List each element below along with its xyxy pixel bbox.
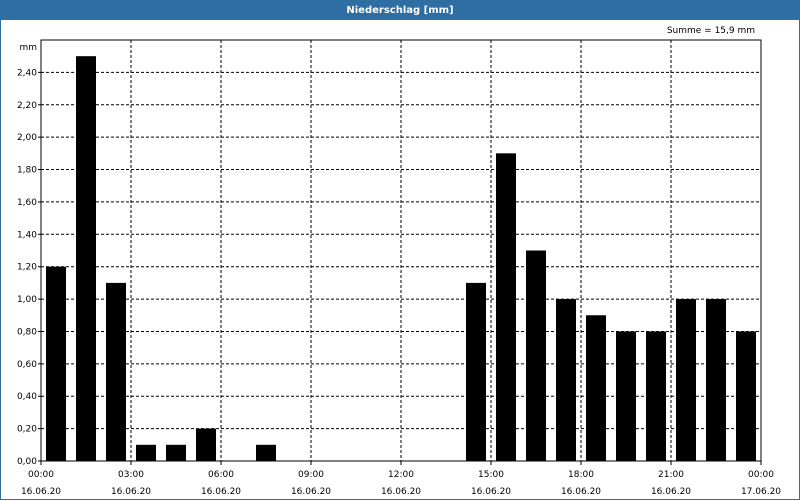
bar — [496, 153, 516, 461]
x-tick-label-date: 16.06.20 — [471, 487, 511, 497]
y-tick-label: 1,80 — [17, 166, 37, 176]
x-tick-label-date: 17.06.20 — [741, 487, 781, 497]
x-tick-label-time: 03:00 — [118, 470, 144, 480]
y-axis-label: mm — [19, 43, 37, 53]
bar — [586, 315, 606, 461]
bar — [256, 444, 276, 461]
bar — [706, 299, 726, 461]
y-tick-label: 1,20 — [17, 263, 37, 273]
y-tick-label: 2,00 — [17, 133, 37, 143]
bar — [646, 331, 666, 461]
bar — [76, 56, 96, 461]
x-tick-label-date: 16.06.20 — [201, 487, 241, 497]
x-tick-label-date: 16.06.20 — [381, 487, 421, 497]
x-tick-label-time: 18:00 — [568, 470, 594, 480]
y-tick-label: 2,40 — [17, 68, 37, 78]
bar — [196, 428, 216, 461]
y-tick-label: 0,80 — [17, 327, 37, 337]
x-tick-label-date: 16.06.20 — [561, 487, 601, 497]
x-tick-label-date: 16.06.20 — [21, 487, 61, 497]
bar — [166, 444, 186, 461]
x-tick-label-date: 16.06.20 — [111, 487, 151, 497]
x-tick-label-time: 09:00 — [298, 470, 324, 480]
bar — [46, 266, 66, 461]
y-tick-label: 1,00 — [17, 295, 37, 305]
y-tick-label: 0,20 — [17, 425, 37, 435]
x-tick-label-time: 21:00 — [658, 470, 684, 480]
x-tick-label-date: 16.06.20 — [291, 487, 331, 497]
x-tick-label-time: 00:00 — [748, 470, 774, 480]
chart-window: Niederschlag [mm] Summe = 15,9 mm 0,00 0,… — [0, 0, 800, 500]
bar — [136, 444, 156, 461]
bar — [736, 331, 756, 461]
y-tick-label: 0,60 — [17, 360, 37, 370]
y-tick-label: 2,20 — [17, 101, 37, 111]
y-tick-label: 0,00 — [17, 457, 37, 467]
bar — [616, 331, 636, 461]
x-tick-label-time: 06:00 — [208, 470, 234, 480]
y-tick-label: 1,40 — [17, 230, 37, 240]
x-tick-label-time: 00:00 — [28, 470, 54, 480]
bar — [106, 282, 126, 461]
x-tick-label-time: 12:00 — [388, 470, 414, 480]
bar — [526, 250, 546, 461]
precipitation-chart: 0,00 0,20 0,40 0,60 0,80 1,00 1,20 1,40 1,60 1,80… — [17, 39, 781, 497]
y-tick-label: 0,40 — [17, 392, 37, 402]
bar — [676, 299, 696, 461]
x-tick-label-time: 15:00 — [478, 470, 504, 480]
bar — [556, 299, 576, 461]
x-tick-label-date: 16.06.20 — [651, 487, 691, 497]
bar — [466, 282, 486, 461]
y-tick-label: 1,60 — [17, 198, 37, 208]
